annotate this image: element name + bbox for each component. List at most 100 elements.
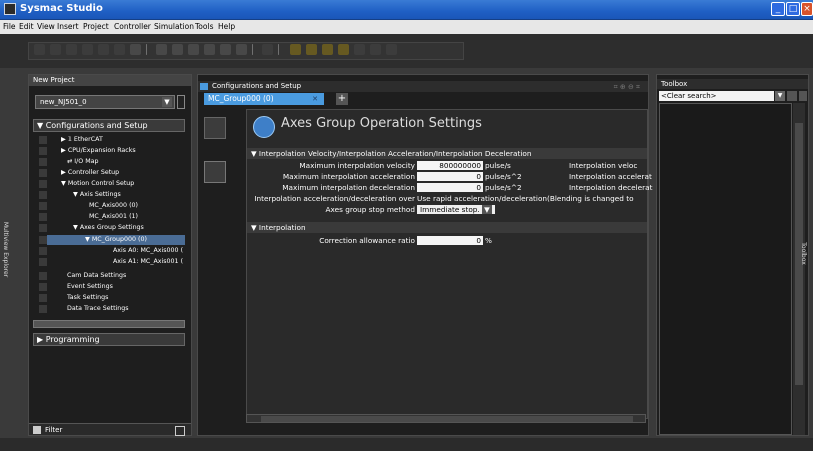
row-marker: [39, 247, 47, 255]
left-pane-scrollbar[interactable]: [33, 320, 185, 328]
run-icon[interactable]: [386, 44, 397, 55]
correction-ratio-input[interactable]: 0: [417, 236, 483, 245]
section-interpolation[interactable]: ▼ Interpolation: [247, 222, 647, 233]
horizontal-scrollbar[interactable]: [246, 414, 646, 423]
tree-item-axis-a0[interactable]: Axis A0: MC_Axis000 (: [113, 246, 183, 256]
setting-row: Interpolation acceleration/deceleration …: [247, 194, 647, 204]
menu-file[interactable]: File: [3, 22, 16, 31]
setting-row: Correction allowance ratio 0 %: [247, 236, 647, 246]
pin-icon[interactable]: [177, 95, 185, 109]
tree-item-io-map[interactable]: ⇄ I/O Map: [67, 157, 99, 167]
tab-mc-group000[interactable]: MC_Group000 (0) ✕: [204, 93, 324, 105]
section-interpolation-velocity[interactable]: ▼ Interpolation Velocity/Interpolation A…: [247, 148, 647, 159]
toolbox-search-select[interactable]: <Clear search>: [659, 91, 774, 101]
simulate-icon[interactable]: [354, 44, 365, 55]
stop-method-select[interactable]: Immediate stop. ▼: [417, 205, 495, 214]
menu-view[interactable]: View: [37, 22, 55, 31]
build-icon[interactable]: [172, 44, 183, 55]
editor-header: Configurations and Setup ⌗ ⊕ ⊖ ⌗: [198, 81, 648, 92]
settings-content: Axes Group Operation Settings ▼ Interpol…: [246, 109, 653, 419]
tree-item-event-settings[interactable]: Event Settings: [67, 282, 113, 292]
tree-item-axis-a1[interactable]: Axis A1: MC_Axis001 (: [113, 257, 183, 267]
menu-insert[interactable]: Insert: [57, 22, 79, 31]
tree-item-cpu-racks[interactable]: ▶ CPU/Expansion Racks: [61, 146, 136, 156]
menu-controller[interactable]: Controller: [114, 22, 151, 31]
add-tab-button[interactable]: +: [336, 93, 348, 105]
chart-icon[interactable]: [262, 44, 273, 55]
redo-icon[interactable]: [114, 44, 125, 55]
filter-bar: Filter: [29, 423, 191, 436]
max-deceleration-input[interactable]: 0: [417, 183, 483, 192]
tree-item-cam-data[interactable]: Cam Data Settings: [67, 271, 126, 281]
max-acceleration-input[interactable]: 0: [417, 172, 483, 181]
max-velocity-input[interactable]: 800000000: [417, 161, 483, 170]
tree-item-axes-group-settings[interactable]: ▼ Axes Group Settings: [73, 223, 144, 233]
print-icon[interactable]: [156, 44, 167, 55]
menu-edit[interactable]: Edit: [19, 22, 34, 31]
sync-icon[interactable]: [322, 44, 333, 55]
override-select[interactable]: Use rapid acceleration/deceleration(Blen…: [417, 194, 634, 203]
stop-icon[interactable]: [370, 44, 381, 55]
page-title: Axes Group Operation Settings: [281, 116, 482, 131]
menu-tools[interactable]: Tools: [195, 22, 213, 31]
filter-icon[interactable]: [33, 426, 41, 434]
tools-icon[interactable]: [188, 44, 199, 55]
tree-item-group000[interactable]: ▼ MC_Group000 (0): [47, 235, 185, 245]
tree-item-axis000[interactable]: MC_Axis000 (0): [89, 201, 138, 211]
multiview-explorer-tab[interactable]: Multiview Explorer: [2, 216, 16, 286]
delete-icon[interactable]: [82, 44, 93, 55]
tree-item-data-trace[interactable]: Data Trace Settings: [67, 304, 129, 314]
row-marker: [39, 158, 47, 166]
zoom-controls-icon[interactable]: ⌗ ⊕ ⊖ ⌗: [614, 82, 640, 93]
maximize-button[interactable]: □: [786, 2, 800, 16]
binoculars-icon[interactable]: [220, 44, 231, 55]
tree-item-ethercat[interactable]: ▶ 𝟙 EtherCAT: [61, 135, 103, 145]
tree-item-motion-control[interactable]: ▼ Motion Control Setup: [61, 179, 134, 189]
toolbar: [0, 34, 813, 68]
gear-icon[interactable]: [204, 117, 226, 139]
tree-item-task-settings[interactable]: Task Settings: [67, 293, 108, 303]
online-icon[interactable]: [306, 44, 317, 55]
transfer-icon[interactable]: [338, 44, 349, 55]
toolbox-option-icon[interactable]: [787, 91, 797, 101]
close-button[interactable]: ×: [801, 2, 813, 16]
save-icon[interactable]: [130, 44, 141, 55]
tree-item-axis001[interactable]: MC_Axis001 (1): [89, 212, 138, 222]
setting-label: Maximum interpolation deceleration: [282, 183, 415, 192]
tree-item-controller-setup[interactable]: ▶ Controller Setup: [61, 168, 119, 178]
row-marker: [39, 305, 47, 313]
row-marker: [39, 180, 47, 188]
expand-icon[interactable]: [175, 426, 185, 436]
close-icon[interactable]: ✕: [312, 93, 318, 105]
undo-icon[interactable]: [98, 44, 109, 55]
scrollbar-thumb[interactable]: [261, 416, 633, 422]
toolbox-side-tab[interactable]: Toolbox: [800, 220, 812, 280]
setting-row: Axes group stop method Immediate stop. ▼: [247, 205, 647, 215]
project-select[interactable]: new_NJ501_0 ▼: [35, 95, 175, 109]
toolbar-separator: [252, 44, 253, 55]
toolbox-list[interactable]: [659, 103, 792, 435]
axes-group-icon[interactable]: [204, 161, 226, 183]
setting-right-label: Interpolation accelerat: [569, 172, 652, 181]
row-marker: [39, 191, 47, 199]
chevron-down-icon[interactable]: ▼: [482, 205, 492, 214]
chevron-down-icon[interactable]: ▼: [162, 97, 172, 107]
toolbox-option-icon[interactable]: [799, 91, 807, 101]
warning-icon[interactable]: [290, 44, 301, 55]
menu-simulation[interactable]: Simulation: [154, 22, 194, 31]
section-programming[interactable]: ▶ Programming: [33, 333, 185, 346]
minimize-button[interactable]: _: [771, 2, 785, 16]
stop-method-value: Immediate stop.: [420, 205, 480, 214]
window-title: Sysmac Studio: [20, 3, 103, 14]
menu-project[interactable]: Project: [83, 22, 109, 31]
paste-icon[interactable]: [66, 44, 77, 55]
calculator-icon[interactable]: [204, 44, 215, 55]
setting-right-label: Interpolation veloc: [569, 161, 638, 170]
section-configurations[interactable]: ▼ Configurations and Setup: [33, 119, 185, 132]
cut-icon[interactable]: [34, 44, 45, 55]
copy-icon[interactable]: [50, 44, 61, 55]
library-icon[interactable]: [236, 44, 247, 55]
menu-help[interactable]: Help: [218, 22, 235, 31]
chevron-down-icon[interactable]: ▼: [775, 91, 785, 101]
tree-item-axis-settings[interactable]: ▼ Axis Settings: [73, 190, 121, 200]
